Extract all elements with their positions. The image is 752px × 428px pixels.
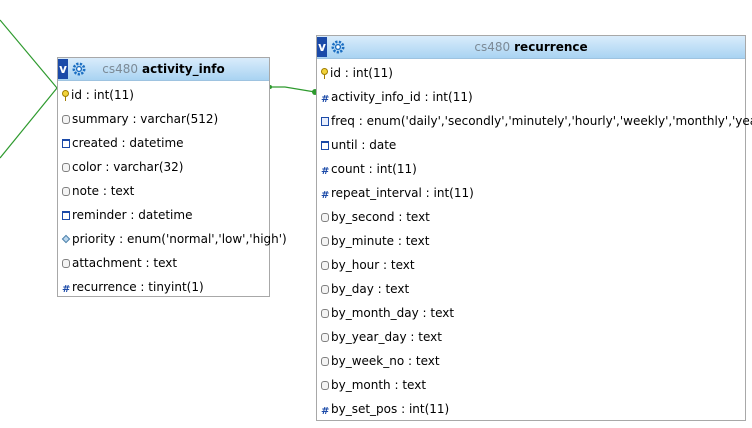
column-row[interactable]: reminder : datetime: [58, 203, 269, 227]
hash-icon: #: [321, 166, 330, 177]
column-label: recurrence : tinyint(1): [72, 280, 204, 294]
column-row[interactable]: # repeat_interval : int(11): [317, 181, 745, 205]
column-label: id : int(11): [71, 88, 134, 102]
text-icon: [321, 356, 329, 366]
date-icon: [62, 138, 70, 148]
enum-icon: [321, 116, 329, 126]
column-row[interactable]: id : int(11): [317, 61, 745, 85]
column-label: reminder : datetime: [72, 208, 193, 222]
column-label: by_hour : text: [331, 258, 415, 272]
column-label: by_second : text: [331, 210, 430, 224]
column-row[interactable]: by_hour : text: [317, 253, 745, 277]
relation-line-top-left: [0, 19, 58, 89]
text-icon: [321, 236, 329, 246]
text-icon: [62, 258, 70, 268]
column-label: by_month : text: [331, 378, 427, 392]
column-row[interactable]: by_year_day : text: [317, 325, 745, 349]
table-name: activity_info: [142, 62, 225, 76]
text-icon: [321, 284, 329, 294]
gear-icon[interactable]: [330, 39, 346, 55]
text-icon: [321, 380, 329, 390]
column-label: repeat_interval : int(11): [331, 186, 474, 200]
column-list: id : int(11) summary : varchar(512) crea…: [58, 81, 287, 299]
table-activity-info[interactable]: v cs480 activity_info id : int(11) summar…: [57, 57, 287, 299]
column-row[interactable]: freq : enum('daily','secondly','minutely…: [317, 109, 752, 133]
column-label: by_day : text: [331, 282, 410, 296]
column-row[interactable]: note : text: [58, 179, 269, 203]
key-icon: [62, 90, 69, 101]
column-row[interactable]: # count : int(11): [317, 157, 745, 181]
table-header[interactable]: v cs480 activity_info: [58, 58, 269, 81]
text-icon: [321, 332, 329, 342]
column-row[interactable]: # by_set_pos : int(11): [317, 397, 745, 421]
toggle-columns-button[interactable]: v: [58, 59, 68, 79]
column-label: freq : enum('daily','secondly','minutely…: [331, 114, 752, 128]
date-icon: [321, 140, 329, 150]
column-label: color : varchar(32): [72, 160, 184, 174]
column-label: by_week_no : text: [331, 354, 440, 368]
column-row[interactable]: summary : varchar(512): [58, 107, 269, 131]
column-label: until : date: [331, 138, 397, 152]
text-icon: [62, 114, 70, 124]
column-row[interactable]: # recurrence : tinyint(1): [58, 275, 269, 299]
key-icon: [321, 68, 328, 79]
column-row[interactable]: by_minute : text: [317, 229, 745, 253]
column-row[interactable]: priority : enum('normal','low','high'): [58, 227, 287, 251]
column-label: created : datetime: [72, 136, 184, 150]
database-name: cs480: [474, 40, 511, 54]
column-row[interactable]: id : int(11): [58, 83, 269, 107]
enum-icon: [62, 234, 70, 244]
column-label: activity_info_id : int(11): [331, 90, 473, 104]
column-label: id : int(11): [330, 66, 393, 80]
database-name: cs480: [102, 62, 139, 76]
relation-line-bottom-left: [0, 87, 58, 159]
table-name: recurrence: [514, 40, 588, 54]
date-icon: [62, 210, 70, 220]
column-label: priority : enum('normal','low','high'): [72, 232, 287, 246]
column-row[interactable]: by_second : text: [317, 205, 745, 229]
column-row[interactable]: by_month_day : text: [317, 301, 745, 325]
table-recurrence[interactable]: v cs480 recurrence id : int(11) # activity…: [316, 35, 752, 421]
column-label: count : int(11): [331, 162, 417, 176]
column-label: attachment : text: [72, 256, 178, 270]
hash-icon: #: [321, 406, 330, 417]
column-row[interactable]: until : date: [317, 133, 745, 157]
text-icon: [321, 212, 329, 222]
column-row[interactable]: color : varchar(32): [58, 155, 269, 179]
column-label: by_month_day : text: [331, 306, 455, 320]
gear-icon[interactable]: [71, 61, 87, 77]
column-label: by_minute : text: [331, 234, 430, 248]
column-label: by_set_pos : int(11): [331, 402, 450, 416]
text-icon: [62, 162, 70, 172]
text-icon: [321, 260, 329, 270]
column-row[interactable]: attachment : text: [58, 251, 269, 275]
text-icon: [321, 308, 329, 318]
column-row[interactable]: by_month : text: [317, 373, 745, 397]
column-label: note : text: [72, 184, 135, 198]
column-label: by_year_day : text: [331, 330, 442, 344]
toggle-columns-button[interactable]: v: [317, 37, 327, 57]
relation-line-activity-recurrence: [270, 86, 316, 93]
hash-icon: #: [62, 284, 71, 295]
hash-icon: #: [321, 190, 330, 201]
column-row[interactable]: by_week_no : text: [317, 349, 745, 373]
column-row[interactable]: by_day : text: [317, 277, 745, 301]
column-row[interactable]: # activity_info_id : int(11): [317, 85, 745, 109]
column-label: summary : varchar(512): [72, 112, 219, 126]
hash-icon: #: [321, 94, 330, 105]
table-header[interactable]: v cs480 recurrence: [317, 36, 745, 59]
text-icon: [62, 186, 70, 196]
column-row[interactable]: created : datetime: [58, 131, 269, 155]
column-list: id : int(11) # activity_info_id : int(11)…: [317, 59, 752, 421]
